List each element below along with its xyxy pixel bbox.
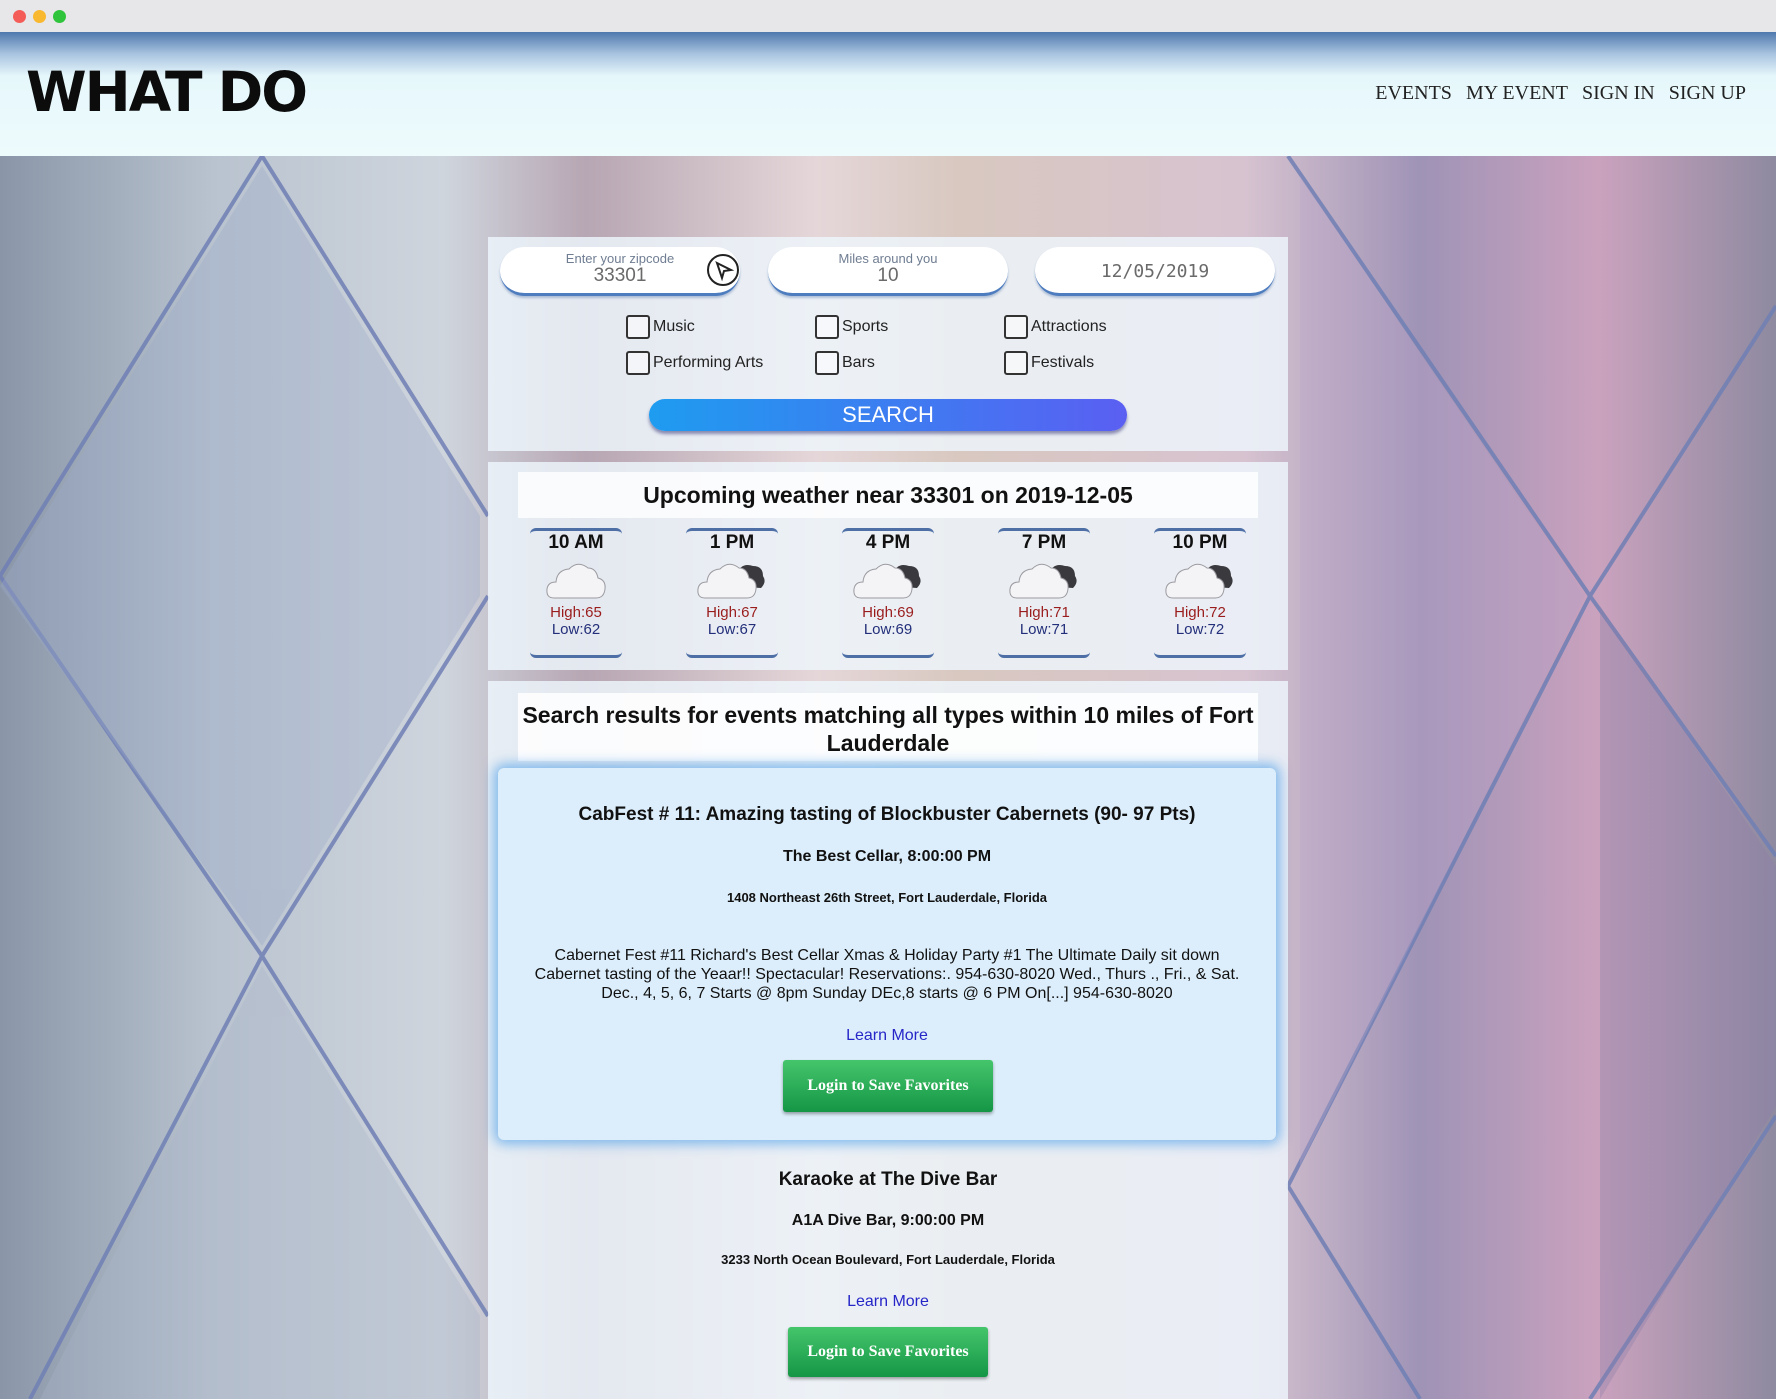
login-to-save-favorites-button[interactable]: Login to Save Favorites [788,1327,988,1377]
event-address: 1408 Northeast 26th Street, Fort Lauderd… [726,890,1048,905]
main-nav: EVENTS MY EVENT SIGN IN SIGN UP [1375,82,1746,105]
results-title: Search results for events matching all t… [518,693,1258,761]
search-panel: Enter your zipcode 33301 Miles around yo… [488,237,1288,451]
checkbox-performing-arts[interactable]: Performing Arts [626,351,763,375]
site-header: WHAT DO EVENTS MY EVENT SIGN IN SIGN UP [0,32,1776,156]
forecast-hour: 10 AM High:65 Low:62 [530,528,622,658]
weather-title: Upcoming weather near 33301 on 2019-12-0… [518,472,1258,518]
forecast-hour: 1 PM High:67 Low:67 [686,528,778,658]
checkbox-box[interactable] [1004,315,1028,339]
event-description: Cabernet Fest #11 Richard's Best Cellar … [534,947,1240,1002]
cloudy-icon [1009,563,1077,599]
miles-input[interactable]: 10 [768,265,1008,287]
date-field[interactable]: 12/05/2019 [1035,247,1275,296]
cloudy-icon [853,563,921,599]
nav-events[interactable]: EVENTS [1375,82,1452,105]
date-input[interactable]: 12/05/2019 [1035,261,1275,282]
results-panel: Search results for events matching all t… [488,681,1288,1399]
nav-sign-in[interactable]: SIGN IN [1582,82,1655,105]
event-title: Karaoke at The Dive Bar [778,1169,998,1190]
checkbox-festivals[interactable]: Festivals [1004,351,1094,375]
checkbox-box[interactable] [1004,351,1028,375]
learn-more-link[interactable]: Learn More [488,1293,1288,1311]
nav-sign-up[interactable]: SIGN UP [1669,82,1746,105]
forecast-hour: 4 PM High:69 Low:69 [842,528,934,658]
forecast-hour: 10 PM High:72 Low:72 [1154,528,1246,658]
forecast-hour: 7 PM High:71 Low:71 [998,528,1090,658]
checkbox-bars[interactable]: Bars [815,351,875,375]
learn-more-link[interactable]: Learn More [498,1027,1276,1045]
zipcode-input[interactable]: 33301 [500,265,740,287]
checkbox-box[interactable] [815,315,839,339]
event-venue-time: A1A Dive Bar, 9:00:00 PM [791,1212,985,1229]
event-address: 3233 North Ocean Boulevard, Fort Lauderd… [721,1252,1055,1267]
minimize-window-dot[interactable] [33,10,46,23]
cloud-icon [546,563,606,599]
cloudy-icon [1165,563,1233,599]
event-venue-time: The Best Cellar, 8:00:00 PM [782,848,992,865]
checkbox-box[interactable] [815,351,839,375]
checkbox-music[interactable]: Music [626,315,695,339]
nav-my-event[interactable]: MY EVENT [1466,82,1568,105]
site-logo[interactable]: WHAT DO [26,60,308,124]
checkbox-attractions[interactable]: Attractions [1004,315,1107,339]
zipcode-field[interactable]: Enter your zipcode 33301 [500,247,740,296]
event-title: CabFest # 11: Amazing tasting of Blockbu… [578,804,1196,825]
search-button[interactable]: SEARCH [649,399,1127,431]
cloudy-icon [697,563,765,599]
checkbox-box[interactable] [626,351,650,375]
close-window-dot[interactable] [13,10,26,23]
login-to-save-favorites-button[interactable]: Login to Save Favorites [783,1060,993,1112]
event-card-highlighted[interactable]: CabFest # 11: Amazing tasting of Blockbu… [498,768,1276,1140]
browser-titlebar [0,0,1776,33]
checkbox-sports[interactable]: Sports [815,315,888,339]
weather-panel: Upcoming weather near 33301 on 2019-12-0… [488,462,1288,670]
zipcode-label: Enter your zipcode [565,251,675,266]
locate-me-icon[interactable] [706,253,740,287]
maximize-window-dot[interactable] [53,10,66,23]
miles-field[interactable]: Miles around you 10 [768,247,1008,296]
miles-label: Miles around you [838,251,938,266]
checkbox-box[interactable] [626,315,650,339]
